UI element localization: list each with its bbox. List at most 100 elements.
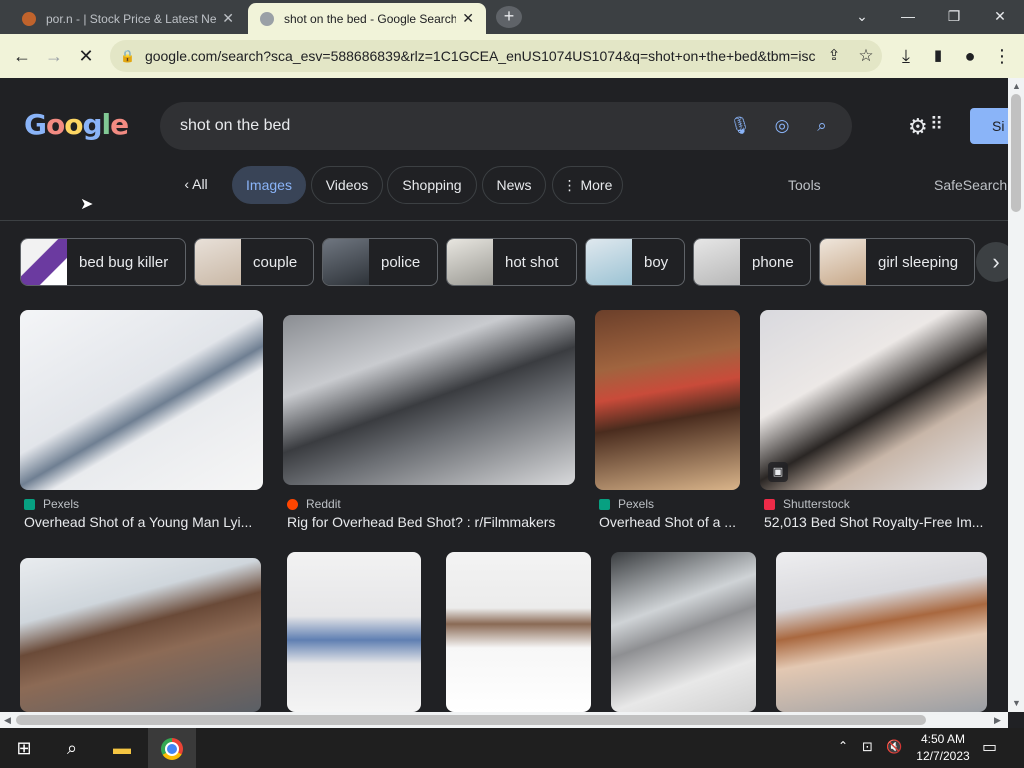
chip-thumbnail (195, 239, 241, 285)
chevron-right-icon[interactable]: › (976, 242, 1008, 282)
result-source[interactable]: Pexels (24, 497, 79, 511)
browser-toolbar: ← → ✕ 🔒 google.com/search?sca_esv=588686… (0, 34, 1024, 78)
chip-thumbnail (820, 239, 866, 285)
browser-tab-strip: por.n - | Stock Price & Latest News ✕ sh… (0, 0, 1024, 34)
forward-arrow-icon[interactable]: → (40, 42, 68, 70)
chip-bed-bug-killer[interactable]: bed bug killer (20, 238, 186, 286)
chip-police[interactable]: police (322, 238, 438, 286)
tab-favicon-icon (260, 11, 274, 26)
menu-kebab-icon[interactable]: ⋮ (988, 42, 1016, 70)
restore-button[interactable]: ❐ (934, 4, 974, 28)
back-arrow-icon[interactable]: ← (8, 42, 36, 70)
result-image[interactable] (595, 310, 740, 490)
pexels-favicon-icon (599, 498, 610, 510)
tab-images[interactable]: Images (232, 166, 306, 204)
search-input[interactable] (180, 114, 700, 138)
chip-phone[interactable]: phone (693, 238, 811, 286)
windows-start-icon[interactable]: ⊞ (0, 728, 48, 768)
horizontal-scrollbar[interactable]: ◀ ▶ (0, 712, 1008, 728)
chip-thumbnail (586, 239, 632, 285)
chip-hot-shot[interactable]: hot shot (446, 238, 577, 286)
tab-search-chevron-icon[interactable]: ⌄ (842, 4, 882, 28)
result-image[interactable] (446, 552, 591, 712)
chip-thumbnail (21, 239, 67, 285)
file-explorer-icon[interactable]: ▬ (98, 728, 146, 768)
result-title[interactable]: 52,013 Bed Shot Royalty-Free Im... (764, 514, 988, 530)
horizontal-scroll-thumb[interactable] (16, 715, 926, 725)
scroll-left-icon[interactable]: ◀ (4, 715, 11, 726)
chip-girl-sleeping[interactable]: girl sleeping (819, 238, 975, 286)
chip-boy[interactable]: boy (585, 238, 685, 286)
chip-couple[interactable]: couple (194, 238, 314, 286)
image-badge-icon: ▣ (768, 462, 788, 482)
tools-button[interactable]: Tools (788, 166, 821, 204)
vertical-scrollbar[interactable]: ▲ ▼ (1008, 78, 1024, 712)
tab-videos[interactable]: Videos (311, 166, 383, 204)
result-source[interactable]: Pexels (599, 497, 654, 511)
share-icon[interactable]: ⇪ (820, 42, 848, 70)
address-bar[interactable]: 🔒 google.com/search?sca_esv=588686839&rl… (110, 40, 882, 72)
tab-title: shot on the bed - Google Search (284, 11, 457, 26)
chevron-left-icon: ‹ (184, 176, 193, 192)
minimize-button[interactable]: — (888, 4, 928, 28)
shutterstock-favicon-icon (764, 498, 775, 510)
result-image[interactable] (760, 310, 987, 490)
result-source[interactable]: Shutterstock (764, 497, 850, 511)
result-title[interactable]: Overhead Shot of a ... (599, 514, 749, 530)
chrome-icon[interactable] (148, 728, 196, 768)
volume-muted-icon[interactable]: 🔇 (886, 739, 902, 755)
close-tab-icon[interactable]: ✕ (222, 10, 234, 27)
search-results-page: Google 🎙 ◎ ⌕ ⚙ ⠿ Si ‹ All Images Videos … (0, 78, 1008, 712)
safesearch-button[interactable]: SafeSearch (934, 166, 1007, 204)
bookmark-star-icon[interactable]: ☆ (852, 42, 880, 70)
result-image[interactable] (611, 552, 756, 712)
tab-shopping[interactable]: Shopping (387, 166, 477, 204)
result-image[interactable] (776, 552, 987, 712)
taskbar-search-icon[interactable]: ⌕ (48, 728, 96, 768)
tab-news[interactable]: News (482, 166, 546, 204)
notifications-icon[interactable]: ▭ (982, 737, 997, 757)
apps-grid-icon[interactable]: ⠿ (930, 114, 943, 135)
microphone-icon[interactable]: 🎙 (728, 114, 752, 138)
result-image[interactable] (20, 310, 263, 490)
result-source[interactable]: Reddit (287, 497, 341, 511)
download-icon[interactable]: ⤓ (892, 42, 920, 70)
reddit-favicon-icon (287, 498, 298, 510)
scroll-down-icon[interactable]: ▼ (1012, 698, 1021, 708)
vertical-scroll-thumb[interactable] (1011, 94, 1021, 212)
more-dots-icon: ⋮ (562, 177, 581, 193)
search-icon[interactable]: ⌕ (810, 114, 834, 138)
profile-avatar-icon[interactable]: ● (956, 42, 984, 70)
result-title[interactable]: Overhead Shot of a Young Man Lyi... (24, 514, 264, 530)
mouse-cursor-icon: ➤ (80, 196, 94, 213)
close-window-button[interactable]: ✕ (980, 4, 1020, 28)
result-image[interactable] (283, 315, 575, 485)
taskbar-clock[interactable]: 4:50 AM 12/7/2023 (908, 731, 978, 765)
result-image[interactable] (287, 552, 421, 712)
show-hidden-icons-icon[interactable]: ⌃ (838, 739, 848, 753)
stop-loading-icon[interactable]: ✕ (72, 42, 100, 70)
tab-google-search[interactable]: shot on the bed - Google Search ✕ (248, 3, 486, 34)
tab-stock-price[interactable]: por.n - | Stock Price & Latest News ✕ (10, 3, 246, 34)
network-icon[interactable]: ⊡ (862, 739, 873, 755)
settings-gear-icon[interactable]: ⚙ (908, 114, 928, 140)
url-text[interactable]: google.com/search?sca_esv=588686839&rlz=… (145, 48, 815, 64)
divider (0, 220, 1008, 221)
result-title[interactable]: Rig for Overhead Bed Shot? : r/Filmmaker… (287, 514, 587, 530)
tab-more[interactable]: ⋮ More (552, 166, 623, 204)
close-tab-icon[interactable]: ✕ (462, 10, 474, 27)
chip-thumbnail (447, 239, 493, 285)
search-box: 🎙 ◎ ⌕ (160, 102, 852, 150)
tab-title: por.n - | Stock Price & Latest News (46, 11, 217, 26)
tab-all[interactable]: ‹ All (170, 166, 222, 204)
scroll-up-icon[interactable]: ▲ (1012, 81, 1021, 91)
tab-favicon-icon (22, 11, 36, 26)
lens-camera-icon[interactable]: ◎ (770, 114, 794, 138)
new-tab-button[interactable]: + (496, 6, 522, 28)
side-panel-icon[interactable]: ▮ (924, 42, 952, 70)
google-logo[interactable]: Google (24, 108, 129, 141)
sign-in-button[interactable]: Si (970, 108, 1008, 144)
scroll-right-icon[interactable]: ▶ (994, 715, 1001, 726)
windows-taskbar: ⊞ ⌕ ▬ ⌃ ⊡ 🔇 4:50 AM 12/7/2023 ▭ (0, 728, 1024, 768)
result-image[interactable] (20, 558, 261, 712)
